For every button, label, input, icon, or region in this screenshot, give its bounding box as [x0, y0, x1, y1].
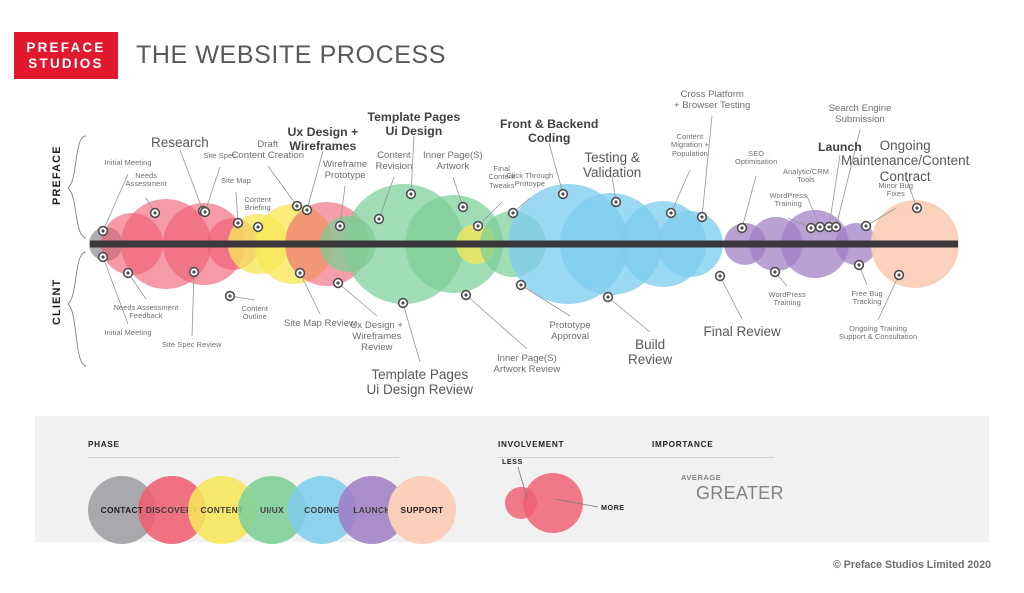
- timeline-bar: [90, 240, 958, 248]
- node-dot-draft-content-creation: [295, 204, 299, 208]
- label-template-pages-review: Template Pages Ui Design Review: [366, 367, 474, 398]
- involvement-leader-lines: [517, 466, 599, 508]
- axis-brackets: [67, 135, 87, 367]
- label-testing-validation: Testing & Validation: [583, 150, 642, 181]
- label-research: Research: [151, 135, 209, 150]
- node-dot-final-review: [718, 274, 722, 278]
- label-needs-assessment-feedback: Needs Assessment Feedback: [113, 303, 179, 321]
- node-dot-site-spec: [203, 210, 207, 214]
- label-wordpress-training-bottom: WordPress Training: [768, 290, 806, 308]
- node-dot-build-review: [606, 295, 610, 299]
- node-dot-template-pages-ui: [409, 192, 413, 196]
- node-dot-ongoing-maintenance: [915, 206, 919, 210]
- node-dot-cross-platform-browser: [700, 215, 704, 219]
- legend-importance-title: IMPORTANCE: [652, 440, 714, 449]
- label-content-revision: Content Revision: [375, 150, 413, 172]
- node-dot-minor-bug-fixes: [864, 224, 868, 228]
- node-dot-content-outline: [228, 294, 232, 298]
- label-ongoing-maintenance: Ongoing Maintenance/Content Contract: [841, 138, 970, 184]
- node-dot-wordpress-training-bottom: [773, 270, 777, 274]
- legend-importance-rule: [652, 457, 774, 458]
- label-front-backend-coding: Front & Backend Coding: [500, 117, 599, 146]
- phase-legend-label: SUPPORT: [400, 505, 444, 515]
- node-dot-seo-optimisation: [740, 226, 744, 230]
- node-dot-needs-assessment: [153, 211, 157, 215]
- node-dot-initial-meeting-client: [101, 255, 105, 259]
- node-dot-front-backend-coding: [561, 192, 565, 196]
- label-initial-meeting: Initial Meeting: [104, 158, 152, 167]
- legend-panel: PHASE CONTACT DISCOVERY CONTENT UI/UX CODING…: [35, 416, 989, 544]
- importance-average-label: AVERAGE: [681, 473, 722, 482]
- label-site-spec-review: Site Spec Review: [162, 340, 222, 349]
- node-dot-needs-assessment-feedback: [126, 271, 130, 275]
- label-click-through-prototype: Click Through Protoype: [506, 171, 554, 189]
- node-dot-inner-pages-artwork-review: [464, 293, 468, 297]
- node-dot-ongoing-training-support: [897, 273, 901, 277]
- node-dot-inner-pages-artwork: [461, 205, 465, 209]
- node-dot-final-content-tweaks: [476, 224, 480, 228]
- label-needs-assessment: Needs Assessment: [125, 171, 167, 189]
- label-site-map-review: Site Map Review: [284, 318, 356, 329]
- label-ux-design-wireframes-review: Ux Design + Wireframes Review: [350, 320, 404, 353]
- label-minor-bug-fixes: Minor Bug Fixes: [878, 181, 914, 199]
- label-search-engine-submission: Search Engine Submission: [828, 103, 892, 125]
- label-content-outline: Content Outline: [241, 304, 269, 322]
- label-template-pages-ui: Template Pages Ui Design: [367, 110, 461, 139]
- phase-legend-label: CONTACT: [100, 505, 144, 515]
- label-inner-pages-artwork-review: Inner Page(S) Artwork Review: [493, 353, 561, 375]
- node-dot-ux-design-wireframes-review: [336, 281, 340, 285]
- node-dot-testing-validation: [614, 200, 618, 204]
- label-content-migration: Content Migration + Population: [671, 132, 709, 158]
- label-wireframe-prototype: Wireframe Prototype: [323, 159, 368, 181]
- node-dot-wireframe-prototype: [338, 224, 342, 228]
- node-dot-content-migration: [669, 211, 673, 215]
- label-prototype-approval: Prototype Approval: [549, 320, 591, 342]
- label-ongoing-training-support: Ongoing Training Support & Consultation: [839, 324, 918, 342]
- label-site-map: Site Map: [221, 176, 251, 185]
- label-cross-platform-browser: Cross Platform + Browser Testing: [674, 89, 751, 111]
- label-content-briefing: Content Briefing: [244, 195, 272, 213]
- label-wordpress-training-top: WordPress Training: [769, 191, 807, 209]
- node-dot-content-revision: [377, 217, 381, 221]
- label-free-bug-tracking: Free Bug Tracking: [851, 289, 883, 307]
- label-seo-optimisation: SEO Optimisation: [735, 149, 778, 167]
- node-dot-site-map: [236, 221, 240, 225]
- node-dot-wordpress-training-top: [809, 226, 813, 230]
- node-dot-click-through-prototype: [511, 211, 515, 215]
- copyright-text: © Preface Studios Limited 2020: [833, 559, 991, 571]
- node-dot-search-engine-submission: [834, 225, 838, 229]
- label-build-review: Build Review: [628, 337, 673, 368]
- label-initial-meeting-client: Initial Meeting: [104, 328, 152, 337]
- node-dot-prototype-approval: [519, 283, 523, 287]
- node-dot-content-briefing: [256, 225, 260, 229]
- importance-greater-label: GREATER: [696, 483, 784, 503]
- node-dot-ux-design-wireframes: [305, 208, 309, 212]
- label-analytic-crm-tools: Analytic/CRM Tools: [783, 167, 829, 185]
- node-dot-launch: [827, 225, 831, 229]
- node-dot-site-spec-review: [192, 270, 196, 274]
- node-dot-initial-meeting: [101, 229, 105, 233]
- node-dot-template-pages-review: [401, 301, 405, 305]
- node-dot-free-bug-tracking: [857, 263, 861, 267]
- node-dot-analytic-crm-tools: [818, 225, 822, 229]
- label-final-review: Final Review: [703, 324, 781, 339]
- label-ux-design-wireframes: Ux Design + Wireframes: [287, 125, 359, 154]
- node-dot-site-map-review: [298, 271, 302, 275]
- label-inner-pages-artwork: Inner Page(S) Artwork: [423, 150, 483, 172]
